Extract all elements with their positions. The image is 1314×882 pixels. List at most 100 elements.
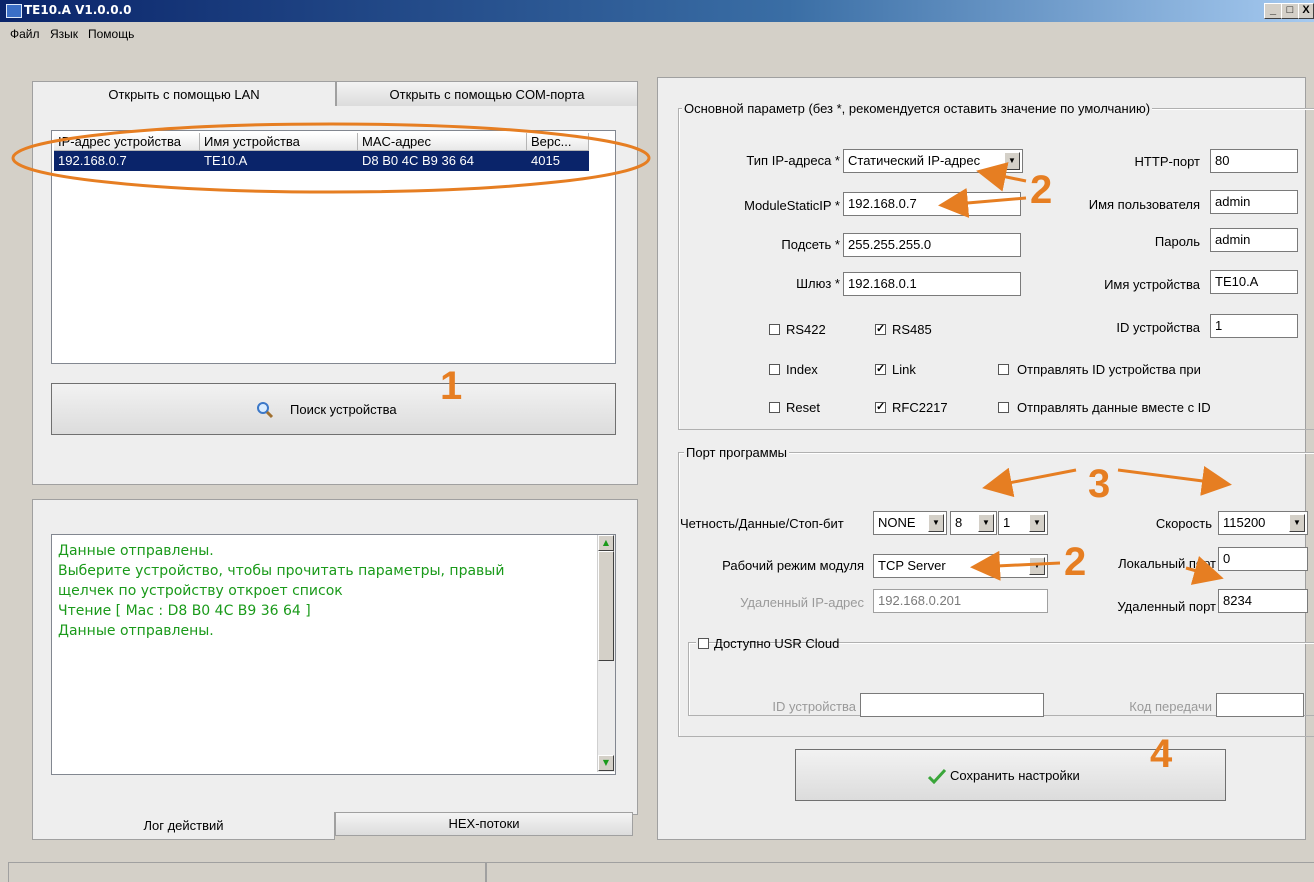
log-line: щелчек по устройству откроет список [58, 583, 343, 599]
log-line: Чтение [ Mac : D8 B0 4C B9 36 64 ] [58, 603, 311, 619]
username-label: Имя пользователя [1088, 197, 1200, 212]
window-title: TE10.A V1.0.0.0 [24, 3, 132, 17]
cloud-code-input[interactable] [1216, 693, 1304, 717]
baud-select[interactable]: 115200 ▼ [1218, 511, 1308, 535]
title-bar: TE10.A V1.0.0.0 _ □ X [0, 0, 1314, 22]
checkbox-box[interactable] [769, 402, 780, 413]
minimize-button[interactable]: _ [1264, 3, 1282, 19]
remote-port-label: Удаленный порт [1117, 599, 1216, 614]
tab-log[interactable]: Лог действий [32, 812, 335, 840]
parity-label: Четность/Данные/Стоп-бит [680, 516, 844, 531]
mode-value: TCP Server [878, 558, 946, 573]
device-id-input[interactable]: 1 [1210, 314, 1298, 338]
checkbox-box[interactable] [998, 402, 1009, 413]
mode-label: Рабочий режим модуля [722, 558, 864, 573]
chevron-down-icon[interactable]: ▼ [928, 514, 944, 532]
device-name-input[interactable]: TE10.A [1210, 270, 1298, 294]
status-bar-left [8, 862, 486, 882]
tab-com[interactable]: Открыть с помощью COM-порта [336, 81, 638, 107]
status-bar-right [486, 862, 1314, 882]
checkbox-box[interactable] [998, 364, 1009, 375]
cloud-id-label: ID устройства [772, 699, 856, 714]
scroll-thumb[interactable] [598, 551, 614, 661]
annotation-4: 4 [1150, 732, 1173, 776]
app-icon [6, 4, 22, 18]
baud-label: Скорость [1155, 516, 1212, 531]
baud-value: 115200 [1223, 515, 1266, 530]
checkbox-box[interactable] [698, 638, 709, 649]
scroll-up-icon[interactable]: ▲ [598, 535, 614, 551]
menu-bar: Файл Язык Помощь [0, 22, 1314, 54]
http-port-input[interactable]: 80 [1210, 149, 1298, 173]
log-textarea[interactable]: Данные отправлены. Выберите устройство, … [51, 534, 616, 775]
gateway-label: Шлюз * [796, 276, 840, 291]
rs485-label: RS485 [892, 322, 932, 337]
scroll-down-icon[interactable]: ▼ [598, 755, 614, 771]
log-content: Данные отправлены. Выберите устройство, … [58, 541, 598, 641]
save-settings-label: Сохранить настройки [950, 768, 1080, 783]
checkbox-box[interactable] [769, 324, 780, 335]
annotation-2: 2 [1030, 168, 1053, 212]
rfc2217-label: RFC2217 [892, 400, 948, 415]
remote-ip-input[interactable]: 192.168.0.201 [873, 589, 1048, 613]
checkbox-box[interactable]: ✓ [875, 324, 886, 335]
chevron-down-icon[interactable]: ▼ [978, 514, 994, 532]
search-device-label: Поиск устройства [290, 402, 397, 417]
device-name-label: Имя устройства [1104, 277, 1200, 292]
remote-port-input[interactable]: 8234 [1218, 589, 1308, 613]
ip-type-value: Статический IP-адрес [848, 153, 981, 168]
chevron-down-icon[interactable]: ▼ [1004, 152, 1020, 170]
maximize-button[interactable]: □ [1281, 3, 1299, 19]
ip-type-label: Тип IP-адреса * [746, 153, 840, 168]
cloud-id-input[interactable] [860, 693, 1044, 717]
basic-params-legend: Основной параметр (без *, рекомендуется … [682, 101, 1153, 116]
cloud-checkbox[interactable]: Доступно USR Cloud [696, 635, 839, 653]
static-ip-input[interactable]: 192.168.0.7 [843, 192, 1021, 216]
chevron-down-icon[interactable]: ▼ [1289, 514, 1305, 532]
username-input[interactable]: admin [1210, 190, 1298, 214]
local-port-label: Локальный порт [1118, 556, 1216, 571]
search-device-button[interactable]: Поиск устройства [51, 383, 616, 435]
remote-ip-label: Удаленный IP-адрес [740, 595, 864, 610]
cloud-code-label: Код передачи [1129, 699, 1212, 714]
magnifier-icon [257, 402, 274, 419]
cloud-label: Доступно USR Cloud [714, 636, 840, 651]
log-scrollbar[interactable]: ▲ ▼ [597, 535, 615, 772]
rs422-label: RS422 [786, 322, 826, 337]
menu-help[interactable]: Помощь [88, 27, 134, 41]
local-port-input[interactable]: 0 [1218, 547, 1308, 571]
password-input[interactable]: admin [1210, 228, 1298, 252]
log-line: Данные отправлены. [58, 623, 214, 639]
send-data-id-label: Отправлять данные вместе с ID [1017, 400, 1211, 415]
parity-select[interactable]: NONE ▼ [873, 511, 947, 535]
send-id-label: Отправлять ID устройства при [1017, 362, 1201, 377]
subnet-label: Подсеть * [781, 237, 840, 252]
reset-label: Reset [786, 400, 820, 415]
stop-bits-select[interactable]: 1 ▼ [998, 511, 1048, 535]
parity-value: NONE [878, 515, 916, 530]
tab-hex[interactable]: HEX-потоки [335, 812, 633, 836]
subnet-input[interactable]: 255.255.255.0 [843, 233, 1021, 257]
data-bits-select[interactable]: 8 ▼ [950, 511, 997, 535]
ip-type-select[interactable]: Статический IP-адрес ▼ [843, 149, 1023, 173]
link-label: Link [892, 362, 916, 377]
annotation-3: 3 [1088, 462, 1111, 506]
stop-bits-value: 1 [1003, 515, 1011, 530]
gateway-input[interactable]: 192.168.0.1 [843, 272, 1021, 296]
tab-lan[interactable]: Открыть с помощью LAN [32, 81, 336, 107]
mode-select[interactable]: TCP Server ▼ [873, 554, 1048, 578]
password-label: Пароль [1154, 234, 1200, 249]
checkbox-box[interactable]: ✓ [875, 364, 886, 375]
checkmark-icon [928, 768, 946, 784]
index-label: Index [786, 362, 818, 377]
annotation-2b: 2 [1064, 540, 1087, 584]
menu-file[interactable]: Файл [10, 27, 40, 41]
chevron-down-icon[interactable]: ▼ [1029, 557, 1045, 575]
checkbox-box[interactable] [769, 364, 780, 375]
chevron-down-icon[interactable]: ▼ [1029, 514, 1045, 532]
menu-language[interactable]: Язык [50, 27, 78, 41]
http-port-label: HTTP-порт [1134, 154, 1200, 169]
close-button[interactable]: X [1298, 3, 1314, 19]
checkbox-box[interactable]: ✓ [875, 402, 886, 413]
static-ip-label: ModuleStaticIP * [744, 198, 840, 213]
